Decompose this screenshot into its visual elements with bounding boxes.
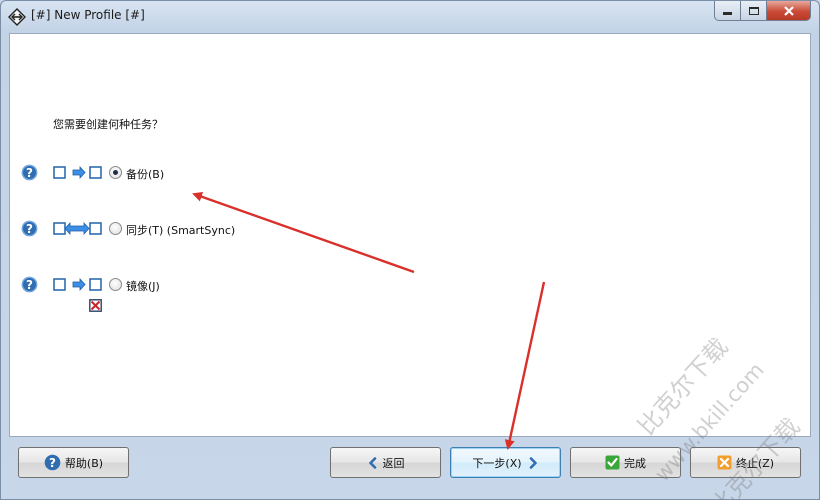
sync-radio[interactable]: [109, 222, 122, 235]
window-controls: [714, 1, 811, 21]
question-circle-icon[interactable]: ?: [21, 220, 38, 237]
x-cancel-icon: [717, 455, 732, 470]
backup-radio[interactable]: [109, 166, 122, 179]
maximize-button[interactable]: [741, 1, 767, 21]
close-button[interactable]: [767, 1, 811, 21]
svg-text:?: ?: [26, 278, 33, 292]
next-button-label: 下一步(X): [472, 456, 522, 470]
chevron-left-icon: [368, 456, 376, 469]
option-mirror[interactable]: ? 镜像(J): [10, 276, 410, 316]
profile-window: [#] New Profile [#] 您需要创建何种任务？ ? 备份(B) ?…: [0, 0, 820, 500]
close-icon: [783, 5, 794, 16]
finish-button-label: 完成: [624, 456, 646, 470]
sync-label: 同步(T) (SmartSync): [126, 224, 236, 237]
wizard-footer: ? 帮助(B) 返回 下一步(X) 完成 终止(Z): [9, 437, 811, 493]
backup-label: 备份(B): [126, 168, 165, 181]
minimize-icon: [723, 11, 732, 15]
question-circle-icon[interactable]: ?: [21, 276, 38, 293]
wizard-content: 您需要创建何种任务？ ? 备份(B) ? 同步(T) (SmartSync) ?…: [9, 33, 811, 437]
window-title: [#] New Profile [#]: [31, 8, 145, 22]
svg-text:?: ?: [26, 166, 33, 180]
mirror-diagram-icon: [53, 277, 107, 293]
app-diamond-icon: [8, 8, 26, 26]
delete-mark-icon: [89, 299, 102, 312]
checkmark-icon: [605, 455, 620, 470]
help-button-label: 帮助(B): [64, 456, 104, 470]
cancel-button-label: 终止(Z): [735, 456, 775, 470]
chevron-right-icon: [529, 456, 537, 469]
cancel-button[interactable]: 终止(Z): [690, 447, 801, 478]
finish-button[interactable]: 完成: [570, 447, 681, 478]
minimize-button[interactable]: [714, 1, 741, 21]
next-button[interactable]: 下一步(X): [450, 447, 561, 478]
option-sync[interactable]: ? 同步(T) (SmartSync): [10, 220, 410, 240]
maximize-icon: [748, 6, 759, 15]
mirror-radio[interactable]: [109, 278, 122, 291]
svg-text:?: ?: [49, 456, 56, 470]
question-circle-icon[interactable]: ?: [21, 164, 38, 181]
backup-diagram-icon: [53, 165, 107, 181]
help-button[interactable]: ? 帮助(B): [18, 447, 129, 478]
sync-diagram-icon: [53, 221, 107, 237]
back-button[interactable]: 返回: [330, 447, 441, 478]
task-question: 您需要创建何种任务？: [53, 118, 163, 131]
back-button-label: 返回: [382, 456, 405, 470]
question-circle-icon: ?: [44, 454, 61, 471]
svg-text:?: ?: [26, 222, 33, 236]
title-bar[interactable]: [#] New Profile [#]: [1, 1, 819, 31]
mirror-label: 镜像(J): [126, 280, 160, 293]
option-backup[interactable]: ? 备份(B): [10, 164, 410, 184]
